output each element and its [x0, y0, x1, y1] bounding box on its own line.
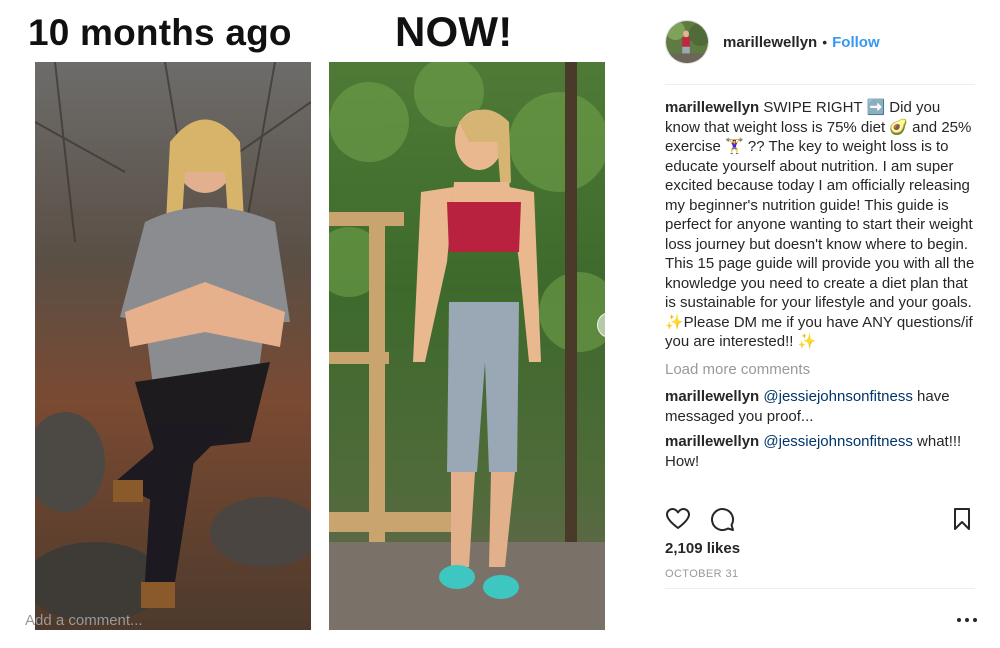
more-options-button[interactable]	[957, 612, 977, 628]
after-photo	[329, 62, 605, 630]
save-button[interactable]	[949, 506, 975, 532]
post-date: OCTOBER 31	[665, 568, 739, 580]
post-image[interactable]: 10 months ago NOW!	[0, 0, 640, 648]
reply-comment: marillewellyn @jessiejohnsonfitness have…	[665, 387, 978, 426]
post-actions	[665, 506, 975, 532]
add-comment-input[interactable]	[25, 608, 305, 632]
comment-username[interactable]: marillewellyn	[665, 388, 759, 405]
like-button[interactable]	[665, 506, 691, 532]
caption-before: 10 months ago	[28, 12, 292, 53]
comment-mention[interactable]: @jessiejohnsonfitness	[763, 388, 912, 405]
header-separator: •	[822, 34, 828, 50]
header-divider	[665, 84, 975, 85]
comment-username[interactable]: marillewellyn	[665, 99, 759, 116]
next-image-button[interactable]	[597, 312, 623, 338]
caption-comment: marillewellyn SWIPE RIGHT ➡️ Did you kno…	[665, 98, 978, 352]
post-header: marillewellyn • Follow	[665, 18, 975, 66]
chevron-right-icon	[607, 320, 614, 330]
follow-button[interactable]: Follow	[832, 34, 880, 51]
before-photo	[35, 62, 311, 630]
comments-section: marillewellyn SWIPE RIGHT ➡️ Did you kno…	[665, 98, 978, 477]
header-username[interactable]: marillewellyn	[723, 34, 817, 51]
comment-text: SWIPE RIGHT ➡️ Did you know that weight …	[665, 99, 975, 350]
footer-divider	[665, 588, 975, 589]
avatar[interactable]	[665, 20, 709, 64]
load-more-comments[interactable]: Load more comments	[665, 360, 978, 380]
comment-bubble-icon	[711, 508, 735, 532]
ellipsis-icon	[957, 618, 961, 622]
heart-icon	[666, 508, 690, 529]
comment-button[interactable]	[709, 506, 735, 532]
post-side-panel: marillewellyn • Follow marillewellyn SWI…	[640, 0, 1000, 648]
caption-after: NOW!	[395, 8, 513, 55]
likes-count[interactable]: 2,109 likes	[665, 540, 740, 557]
bookmark-icon	[954, 508, 970, 530]
comment-mention[interactable]: @jessiejohnsonfitness	[763, 433, 912, 450]
reply-comment: marillewellyn @jessiejohnsonfitness what…	[665, 432, 978, 471]
comment-username[interactable]: marillewellyn	[665, 433, 759, 450]
